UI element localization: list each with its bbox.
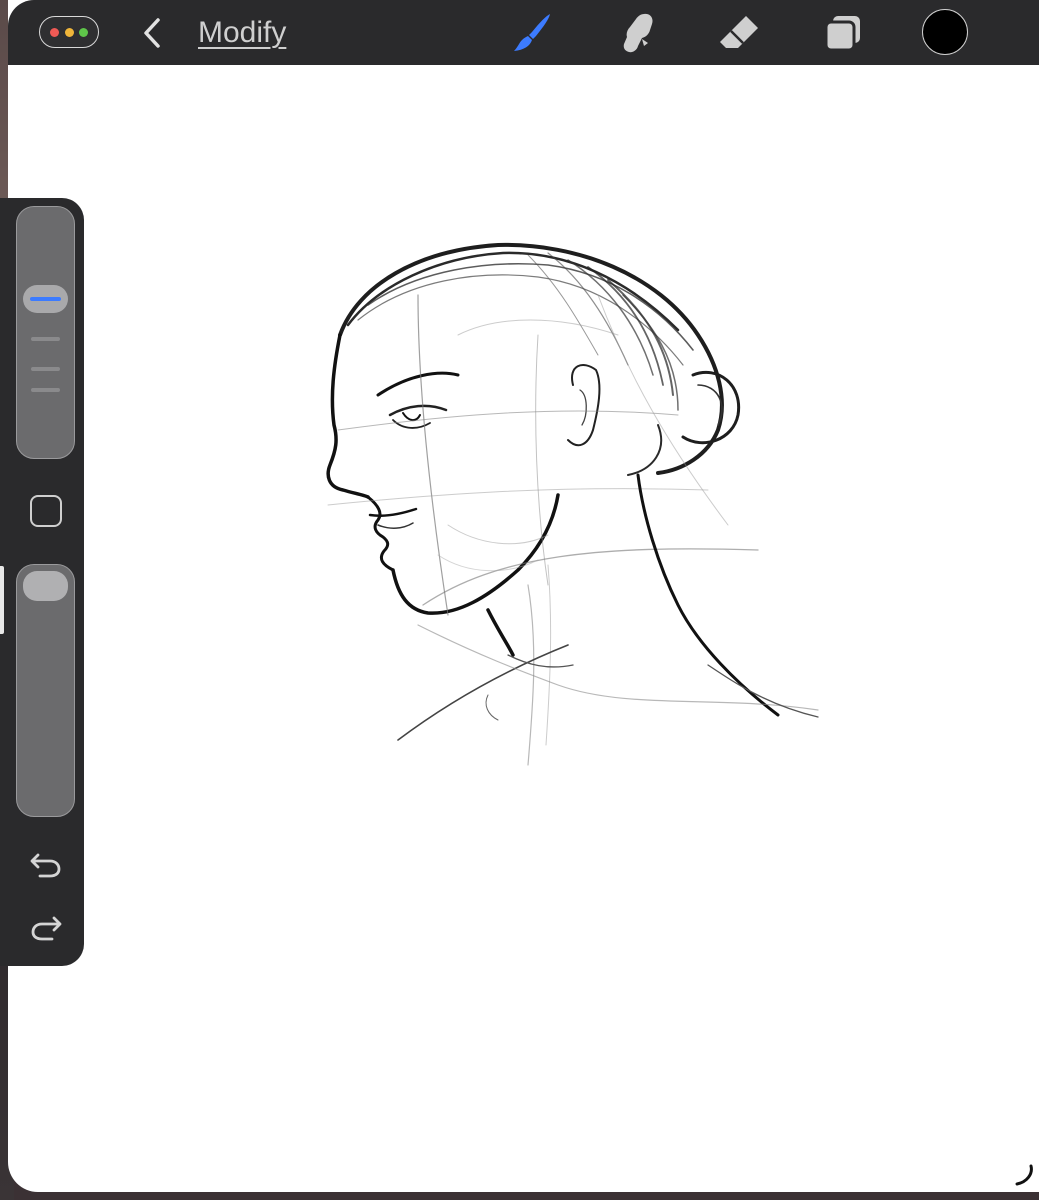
modify-button[interactable]: Modify	[198, 14, 286, 52]
redo-button[interactable]	[28, 912, 64, 944]
slider-tick	[31, 388, 60, 392]
chevron-left-icon	[144, 18, 160, 48]
minimize-dot-icon	[64, 27, 74, 37]
smudge-icon	[623, 13, 653, 53]
color-picker-button[interactable]	[922, 9, 968, 55]
paint-tool-button[interactable]	[506, 10, 556, 56]
paintbrush-icon	[514, 14, 550, 51]
slider-tick	[31, 337, 60, 341]
window-controls-button[interactable]	[39, 16, 99, 48]
top-toolbar: Modify	[8, 0, 1039, 65]
eraser-icon	[720, 16, 758, 48]
sidebar-peek-handle[interactable]	[0, 566, 4, 634]
redo-arrow-icon	[31, 916, 62, 941]
layers-button[interactable]	[818, 10, 868, 56]
zoom-dot-icon	[79, 27, 88, 37]
back-button[interactable]	[138, 14, 168, 52]
sketch-drawing	[326, 242, 819, 766]
layers-icon	[824, 16, 860, 52]
modifier-square-button[interactable]	[30, 495, 62, 527]
brush-size-slider[interactable]	[16, 206, 75, 459]
close-dot-icon	[50, 27, 59, 37]
app-window: Modify	[8, 0, 1039, 1192]
slider-tick	[31, 367, 60, 371]
brush-size-indicator	[30, 297, 61, 301]
eraser-tool-button[interactable]	[714, 10, 764, 56]
brush-opacity-slider[interactable]	[16, 564, 75, 817]
undo-arrow-icon	[30, 853, 61, 878]
resize-corner-icon[interactable]	[1011, 1162, 1035, 1186]
brush-opacity-thumb[interactable]	[23, 571, 68, 601]
undo-button[interactable]	[28, 849, 64, 881]
smudge-tool-button[interactable]	[614, 10, 664, 56]
brush-size-thumb[interactable]	[23, 285, 68, 313]
